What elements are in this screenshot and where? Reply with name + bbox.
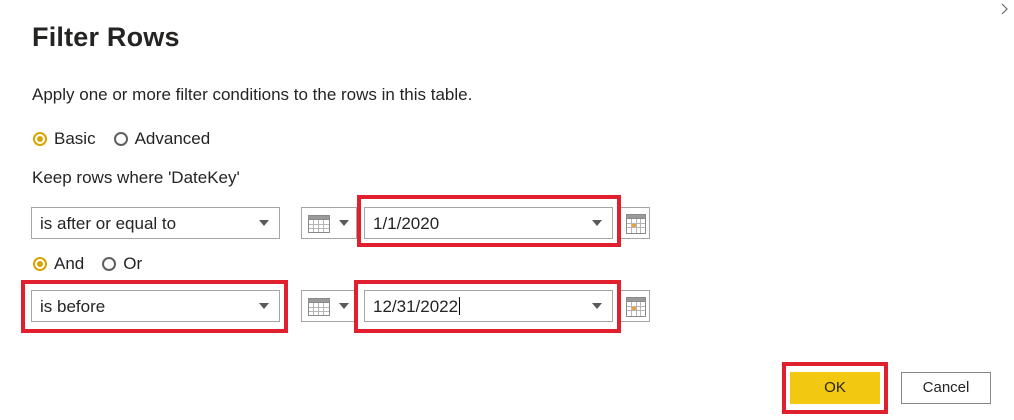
- value-input-2[interactable]: 12/31/2022: [364, 290, 613, 322]
- radio-basic-label: Basic: [54, 129, 96, 148]
- logic-radio-group: And Or: [33, 254, 160, 274]
- radio-advanced-label: Advanced: [134, 129, 211, 148]
- value-input-2-text-wrap: 12/31/2022: [373, 297, 461, 317]
- date-picker-button-2[interactable]: [620, 290, 650, 322]
- chevron-down-icon: [592, 220, 602, 226]
- radio-checked-icon: [33, 132, 47, 146]
- radio-basic[interactable]: Basic: [33, 129, 96, 149]
- calendar-table-icon: [308, 215, 330, 238]
- value-input-1-text: 1/1/2020: [373, 214, 440, 233]
- radio-and[interactable]: And: [33, 254, 84, 274]
- date-picker-button-1[interactable]: [620, 207, 650, 239]
- radio-and-label: And: [54, 254, 85, 273]
- chevron-down-icon: [339, 303, 349, 309]
- chevron-down-icon: [259, 303, 269, 309]
- mode-radio-group: Basic Advanced: [33, 129, 228, 149]
- value-type-button-2[interactable]: [301, 290, 357, 322]
- calendar-table-icon: [308, 298, 330, 321]
- radio-or-label: Or: [123, 254, 143, 273]
- radio-unchecked-icon: [113, 132, 128, 146]
- ok-button[interactable]: OK: [790, 372, 880, 404]
- radio-advanced[interactable]: Advanced: [113, 129, 211, 149]
- calendar-icon: [626, 214, 646, 234]
- radio-unchecked-icon: [102, 257, 117, 271]
- value-input-2-text: 12/31/2022: [373, 297, 459, 316]
- operator-select-2-value: is before: [40, 297, 106, 316]
- cancel-button[interactable]: Cancel: [901, 372, 991, 404]
- operator-select-1[interactable]: is after or equal to: [31, 207, 280, 239]
- value-type-button-1[interactable]: [301, 207, 357, 239]
- dialog-description: Apply one or more filter conditions to t…: [32, 85, 473, 104]
- value-input-1[interactable]: 1/1/2020: [364, 207, 613, 239]
- calendar-icon: [626, 297, 646, 317]
- radio-or[interactable]: Or: [102, 254, 142, 274]
- chevron-down-icon: [339, 220, 349, 226]
- operator-select-2[interactable]: is before: [31, 290, 280, 322]
- filter-rows-dialog: Filter Rows Apply one or more filter con…: [0, 0, 1014, 420]
- chevron-down-icon: [592, 303, 602, 309]
- close-icon[interactable]: [996, 0, 1014, 18]
- dialog-title: Filter Rows: [32, 22, 180, 52]
- text-cursor: [459, 297, 461, 315]
- keep-rows-label: Keep rows where 'DateKey': [32, 168, 240, 187]
- radio-checked-icon: [33, 257, 47, 271]
- operator-select-1-value: is after or equal to: [40, 214, 177, 233]
- chevron-down-icon: [259, 220, 269, 226]
